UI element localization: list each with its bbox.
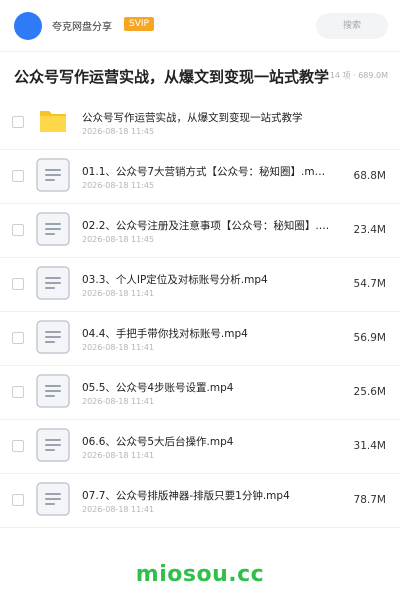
file-date: 2026-08-18 11:45 — [82, 235, 155, 244]
brand-name: 夸克网盘分享 — [52, 22, 112, 33]
folder-title: 公众号写作运营实战，从爆文到变现一站式教学 — [14, 68, 330, 86]
row-checkbox[interactable] — [12, 278, 24, 290]
folder-icon — [36, 104, 70, 138]
watermark: miosou.cc — [135, 562, 265, 587]
row-checkbox[interactable] — [12, 224, 24, 236]
row-checkbox[interactable] — [12, 116, 24, 128]
file-size: 25.6M — [353, 386, 386, 398]
list-item[interactable]: 06.6、公众号5大后台操作.mp4 2026-08-18 11:41 31.4… — [0, 420, 400, 474]
row-checkbox[interactable] — [12, 494, 24, 506]
list-item[interactable]: 03.3、个人IP定位及对标账号分析.mp4 2026-08-18 11:41 … — [0, 258, 400, 312]
header: 夸克网盘分享 SVIP — [0, 0, 400, 52]
video-file-icon — [36, 482, 70, 516]
video-file-icon — [36, 212, 70, 246]
list-item[interactable]: 04.4、手把手带你找对标账号.mp4 2026-08-18 11:41 56.… — [0, 312, 400, 366]
file-date: 2026-08-18 11:41 — [82, 343, 155, 352]
file-name: 05.5、公众号4步账号设置.mp4 — [82, 382, 234, 394]
file-size: 54.7M — [353, 278, 386, 290]
file-name: 04.4、手把手带你找对标账号.mp4 — [82, 328, 248, 340]
video-file-icon — [36, 428, 70, 462]
file-size: 31.4M — [353, 440, 386, 452]
file-size: 23.4M — [353, 224, 386, 236]
share-page: 夸克网盘分享 SVIP 公众号写作运营实战，从爆文到变现一站式教学 14 项 ·… — [0, 0, 400, 600]
file-name: 02.2、公众号注册及注意事项【公众号：秘知圈】.… — [82, 220, 330, 232]
row-checkbox[interactable] — [12, 170, 24, 182]
video-file-icon — [36, 320, 70, 354]
list-item[interactable]: 01.1、公众号7大营销方式【公众号：秘知圈】.m… 2026-08-18 11… — [0, 150, 400, 204]
list-item[interactable]: 07.7、公众号排版神器-排版只要1分钟.mp4 2026-08-18 11:4… — [0, 474, 400, 528]
video-file-icon — [36, 374, 70, 408]
file-date: 2026-08-18 11:45 — [82, 181, 155, 190]
row-checkbox[interactable] — [12, 440, 24, 452]
file-list: 公众号写作运营实战，从爆文到变现一站式教学 2026-08-18 11:45 0… — [0, 96, 400, 528]
file-name: 03.3、个人IP定位及对标账号分析.mp4 — [82, 274, 268, 286]
file-date: 2026-08-18 11:41 — [82, 451, 155, 460]
file-date: 2026-08-18 11:41 — [82, 397, 155, 406]
video-file-icon — [36, 266, 70, 300]
file-name: 01.1、公众号7大营销方式【公众号：秘知圈】.m… — [82, 166, 326, 178]
file-name: 06.6、公众号5大后台操作.mp4 — [82, 436, 234, 448]
search-input[interactable] — [316, 13, 388, 39]
row-checkbox[interactable] — [12, 386, 24, 398]
list-item[interactable]: 05.5、公众号4步账号设置.mp4 2026-08-18 11:41 25.6… — [0, 366, 400, 420]
svip-badge: SVIP — [124, 17, 154, 31]
video-file-icon — [36, 158, 70, 192]
row-checkbox[interactable] — [12, 332, 24, 344]
file-size: 68.8M — [353, 170, 386, 182]
file-date: 2026-08-18 11:41 — [82, 505, 155, 514]
file-size: 56.9M — [353, 332, 386, 344]
file-name: 07.7、公众号排版神器-排版只要1分钟.mp4 — [82, 490, 290, 502]
folder-summary: 14 项 · 689.0M — [329, 71, 388, 80]
list-item[interactable]: 02.2、公众号注册及注意事项【公众号：秘知圈】.… 2026-08-18 11… — [0, 204, 400, 258]
avatar[interactable] — [14, 12, 42, 40]
list-item[interactable]: 公众号写作运营实战，从爆文到变现一站式教学 2026-08-18 11:45 — [0, 96, 400, 150]
file-size: 78.7M — [353, 494, 386, 506]
file-date: 2026-08-18 11:41 — [82, 289, 155, 298]
file-date: 2026-08-18 11:45 — [82, 127, 155, 136]
file-name: 公众号写作运营实战，从爆文到变现一站式教学 — [82, 112, 303, 124]
